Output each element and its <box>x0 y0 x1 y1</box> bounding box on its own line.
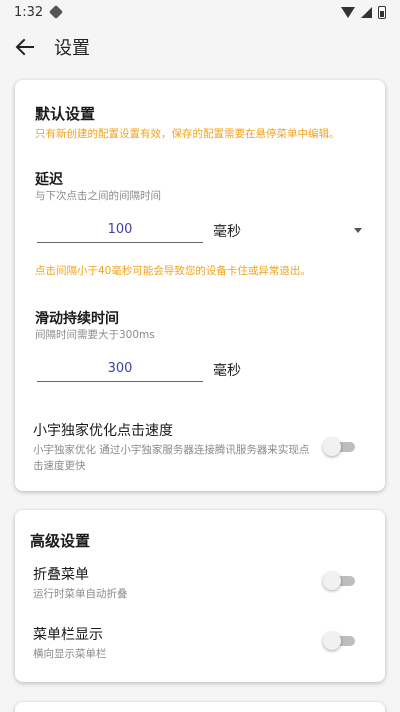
fold-menu-desc: 运行时菜单自动折叠 <box>33 588 128 600</box>
delay-warning: 点击间隔小于40毫秒可能会导致您的设备卡住或异常退出。 <box>35 265 311 277</box>
menu-bar-desc: 横向显示菜单栏 <box>33 648 107 660</box>
notification-icon <box>49 4 64 20</box>
app-bar: 设置 <box>0 24 400 70</box>
switch-thumb <box>323 438 341 456</box>
delay-label: 延迟 <box>35 172 63 188</box>
delay-unit: 毫秒 <box>213 224 241 240</box>
optimize-speed-label: 小宇独家优化点击速度 <box>33 423 173 439</box>
back-arrow-icon[interactable] <box>14 36 36 58</box>
swipe-duration-unit: 毫秒 <box>213 363 241 379</box>
delay-input[interactable] <box>37 217 203 243</box>
switch-thumb <box>323 632 341 650</box>
fold-menu-label: 折叠菜单 <box>33 567 89 583</box>
delay-desc: 与下次点击之间的间隔时间 <box>35 190 161 202</box>
status-time: 1:32 <box>14 4 44 20</box>
optimize-speed-switch[interactable] <box>323 437 357 457</box>
default-settings-note: 只有新创建的配置设置有效，保存的配置需要在悬停菜单中编辑。 <box>35 128 340 140</box>
signal-icon <box>361 6 372 18</box>
default-settings-card: 默认设置 只有新创建的配置设置有效，保存的配置需要在悬停菜单中编辑。 延迟 与下… <box>15 80 385 491</box>
switch-thumb <box>323 572 341 590</box>
advanced-settings-card: 高级设置 折叠菜单 运行时菜单自动折叠 菜单栏显示 横向显示菜单栏 <box>15 510 385 682</box>
optimize-speed-desc-line2: 击速度更快 <box>33 460 86 472</box>
menu-bar-label: 菜单栏显示 <box>33 627 103 643</box>
fold-menu-switch[interactable] <box>323 571 357 591</box>
status-bar: 1:32 <box>0 0 400 24</box>
default-settings-title: 默认设置 <box>35 105 96 123</box>
page-title: 设置 <box>54 38 90 59</box>
delay-unit-dropdown-icon[interactable] <box>354 228 362 233</box>
menu-bar-switch[interactable] <box>323 631 357 651</box>
wifi-icon <box>341 6 355 18</box>
optimize-speed-desc-line1: 小宇独家优化 通过小宇独家服务器连接腾讯服务器来实现点 <box>33 444 310 456</box>
advanced-settings-title: 高级设置 <box>30 532 91 550</box>
next-settings-card <box>15 702 385 712</box>
swipe-duration-desc: 间隔时间需要大于300ms <box>35 329 155 341</box>
battery-icon <box>378 5 386 19</box>
swipe-duration-label: 滑动持续时间 <box>35 311 119 327</box>
swipe-duration-input[interactable] <box>37 356 203 382</box>
